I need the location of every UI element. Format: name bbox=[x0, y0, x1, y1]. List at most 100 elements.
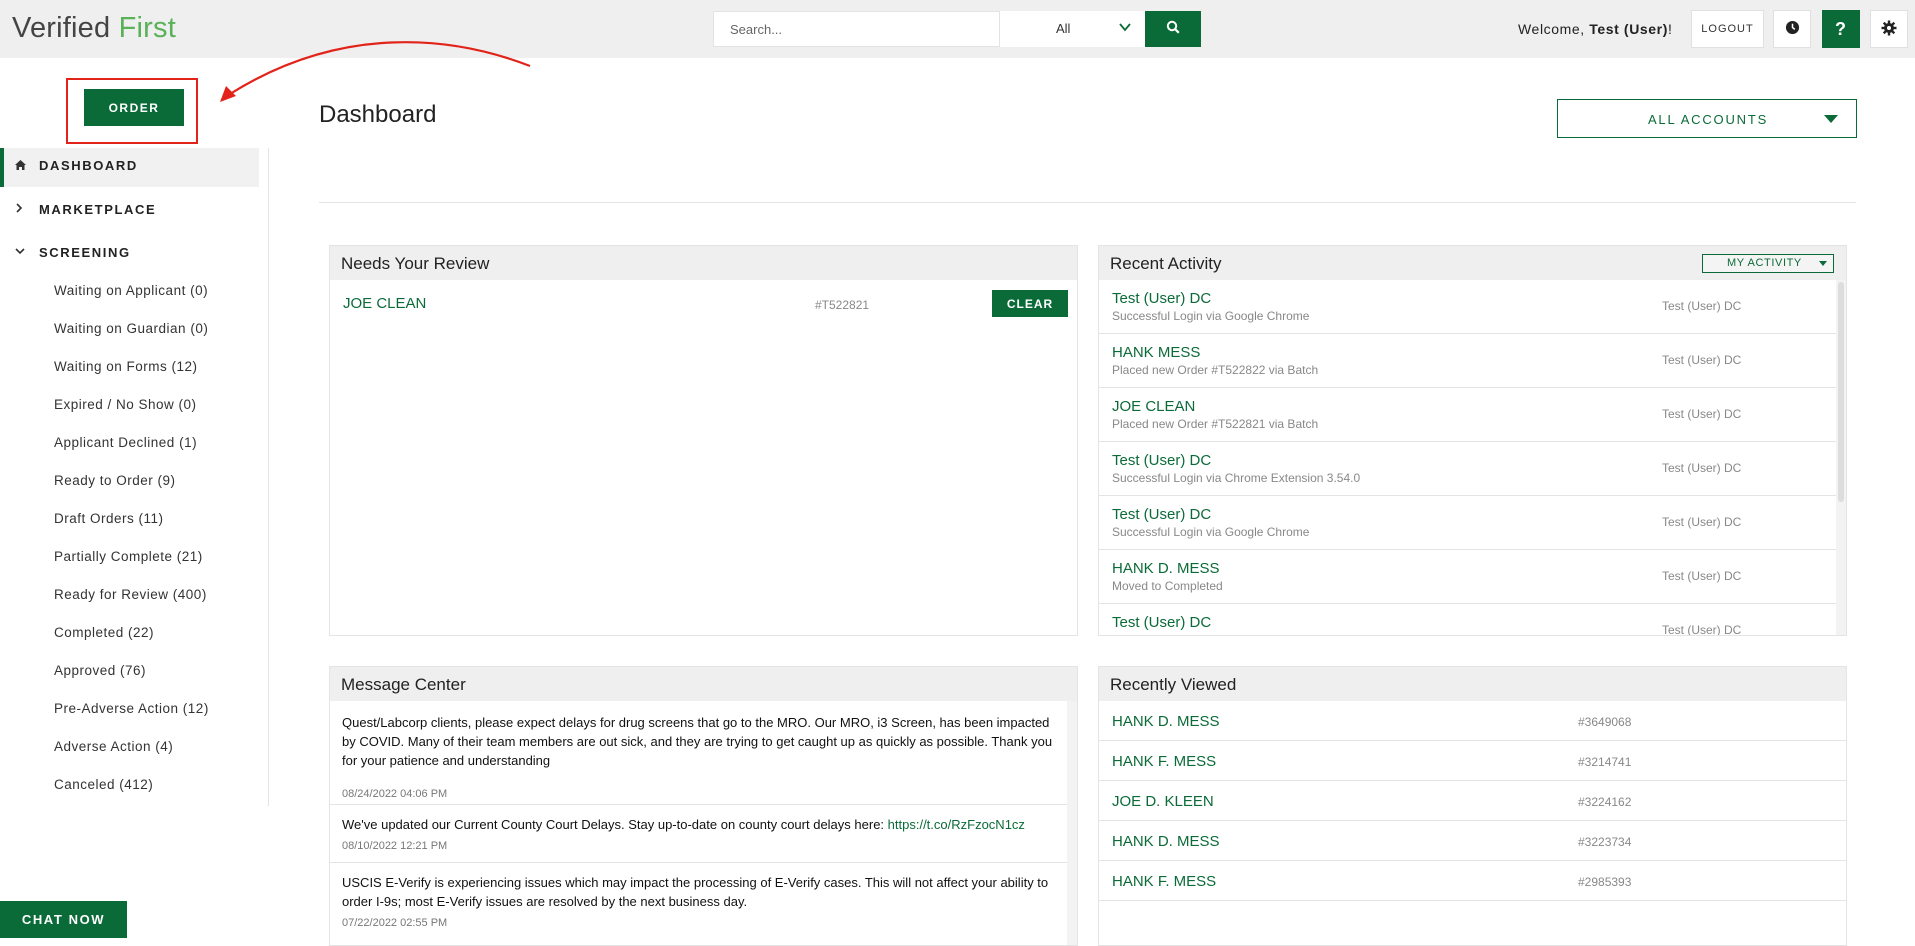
accounts-dropdown[interactable]: ALL ACCOUNTS bbox=[1557, 99, 1857, 138]
review-item-id: #T522821 bbox=[815, 298, 870, 312]
sidebar-subitem[interactable]: Pre-Adverse Action (12) bbox=[54, 701, 209, 716]
home-icon bbox=[14, 159, 27, 174]
activity-row[interactable]: Test (User) DC Successful Login via Chro… bbox=[1099, 442, 1836, 496]
sidebar-subitem[interactable]: Waiting on Guardian (0) bbox=[54, 321, 208, 336]
recent-item-name: JOE D. KLEEN bbox=[1112, 793, 1214, 810]
search-filter-value: All bbox=[1056, 21, 1071, 36]
recently-viewed-title: Recently Viewed bbox=[1110, 675, 1237, 694]
activity-name: Test (User) DC bbox=[1112, 452, 1212, 469]
message-item: USCIS E-Verify is experiencing issues wh… bbox=[330, 863, 1067, 943]
activity-user: Test (User) DC bbox=[1662, 407, 1742, 421]
review-item-name[interactable]: JOE CLEAN bbox=[343, 295, 426, 312]
activity-row[interactable]: HANK D. MESS Moved to Completed Test (Us… bbox=[1099, 550, 1836, 604]
message-item: Quest/Labcorp clients, please expect del… bbox=[330, 701, 1067, 805]
history-button[interactable] bbox=[1773, 10, 1811, 48]
activity-name: Test (User) DC bbox=[1112, 290, 1212, 307]
message-item: We've updated our Current County Court D… bbox=[330, 805, 1067, 863]
help-icon: ? bbox=[1835, 18, 1847, 39]
gear-icon bbox=[1881, 20, 1897, 39]
activity-row[interactable]: JOE CLEAN Placed new Order #T522821 via … bbox=[1099, 388, 1836, 442]
recent-activity-header: Recent Activity MY ACTIVITY bbox=[1099, 246, 1846, 280]
activity-detail: Placed new Order #T522821 via Batch bbox=[1112, 417, 1319, 431]
caret-down-icon bbox=[1819, 261, 1827, 266]
message-text: We've updated our Current County Court D… bbox=[342, 817, 888, 832]
logout-button[interactable]: LOGOUT bbox=[1691, 10, 1764, 48]
sidebar-subitem[interactable]: Canceled (412) bbox=[54, 777, 153, 792]
sidebar-subitem[interactable]: Applicant Declined (1) bbox=[54, 435, 197, 450]
message-date: 08/24/2022 04:06 PM bbox=[342, 788, 448, 800]
recent-item-id: #3224162 bbox=[1578, 795, 1632, 809]
message-text-wrap: We've updated our Current County Court D… bbox=[342, 815, 1062, 834]
logo-text-verified: Verified bbox=[12, 12, 111, 44]
activity-scrollbar[interactable] bbox=[1836, 280, 1846, 635]
recently-viewed-panel: Recently Viewed HANK D. MESS #3649068 HA… bbox=[1098, 666, 1847, 946]
activity-row[interactable]: HANK MESS Placed new Order #T522822 via … bbox=[1099, 334, 1836, 388]
search-filter-select[interactable]: All bbox=[1000, 11, 1145, 47]
chevron-right-icon[interactable] bbox=[14, 202, 24, 217]
message-scrollbar[interactable] bbox=[1067, 701, 1077, 945]
sidebar-item-screening[interactable]: SCREENING bbox=[39, 245, 131, 260]
my-activity-dropdown[interactable]: MY ACTIVITY bbox=[1702, 254, 1834, 273]
help-button[interactable]: ? bbox=[1822, 10, 1860, 48]
recent-item-row[interactable]: JOE D. KLEEN #3224162 bbox=[1099, 781, 1846, 821]
activity-user: Test (User) DC bbox=[1662, 623, 1742, 636]
needs-review-header: Needs Your Review bbox=[330, 246, 1077, 280]
activity-name: Test (User) DC bbox=[1112, 506, 1212, 523]
message-center-header: Message Center bbox=[330, 667, 1077, 701]
sidebar-subitem[interactable]: Adverse Action (4) bbox=[54, 739, 173, 754]
clear-button[interactable]: CLEAR bbox=[992, 290, 1068, 317]
sidebar-subitem[interactable]: Approved (76) bbox=[54, 663, 146, 678]
message-date: 08/10/2022 12:21 PM bbox=[342, 840, 448, 852]
message-link[interactable]: https://t.co/RzFzocN1cz bbox=[888, 817, 1025, 832]
needs-review-title: Needs Your Review bbox=[341, 254, 490, 273]
sidebar-subitem[interactable]: Draft Orders (11) bbox=[54, 511, 164, 526]
activity-row[interactable]: Test (User) DC Successful Login via Goog… bbox=[1099, 280, 1836, 334]
activity-name: Test (User) DC bbox=[1112, 614, 1212, 631]
sidebar-subitem[interactable]: Ready to Order (9) bbox=[54, 473, 176, 488]
message-center-title: Message Center bbox=[341, 675, 466, 694]
sidebar-item-marketplace[interactable]: MARKETPLACE bbox=[39, 202, 156, 217]
recent-item-row[interactable]: HANK F. MESS #3214741 bbox=[1099, 741, 1846, 781]
welcome-prefix: Welcome, bbox=[1518, 21, 1585, 37]
logout-label: LOGOUT bbox=[1701, 23, 1754, 35]
settings-button[interactable] bbox=[1870, 10, 1908, 48]
recent-item-id: #3649068 bbox=[1578, 715, 1632, 729]
activity-detail: Successful Login via Chrome Extension 3.… bbox=[1112, 471, 1361, 485]
recent-item-row[interactable]: HANK F. MESS #2985393 bbox=[1099, 861, 1846, 901]
activity-row[interactable]: Test (User) DC Test (User) DC bbox=[1099, 604, 1836, 636]
sidebar-subitem[interactable]: Expired / No Show (0) bbox=[54, 397, 197, 412]
welcome-message: Welcome, Test (User)! bbox=[1518, 21, 1673, 37]
recent-item-row[interactable]: HANK D. MESS #3649068 bbox=[1099, 701, 1846, 741]
scrollbar-thumb[interactable] bbox=[1838, 282, 1844, 502]
sidebar-subitem[interactable]: Completed (22) bbox=[54, 625, 154, 640]
logo[interactable]: Verified First bbox=[12, 12, 176, 45]
search-button[interactable] bbox=[1145, 11, 1201, 47]
annotation-arrow bbox=[220, 41, 531, 102]
chat-now-button[interactable]: CHAT NOW bbox=[0, 901, 127, 938]
accounts-dropdown-label: ALL ACCOUNTS bbox=[1647, 112, 1769, 127]
sidebar-subitem[interactable]: Waiting on Applicant (0) bbox=[54, 283, 208, 298]
search-input[interactable]: Search... bbox=[713, 11, 1000, 47]
sidebar-subitem[interactable]: Waiting on Forms (12) bbox=[54, 359, 198, 374]
order-button[interactable]: ORDER bbox=[84, 89, 184, 126]
chat-now-label: CHAT NOW bbox=[21, 912, 106, 927]
recent-item-row[interactable]: HANK D. MESS #3223734 bbox=[1099, 821, 1846, 861]
sidebar-subitem[interactable]: Ready for Review (400) bbox=[54, 587, 207, 602]
needs-review-panel: Needs Your Review JOE CLEAN #T522821 CLE… bbox=[329, 245, 1078, 636]
activity-user: Test (User) DC bbox=[1662, 299, 1742, 313]
caret-down-icon bbox=[1824, 115, 1838, 123]
recent-activity-title: Recent Activity bbox=[1110, 254, 1222, 273]
recent-item-id: #3214741 bbox=[1578, 755, 1632, 769]
message-text: Quest/Labcorp clients, please expect del… bbox=[342, 715, 1053, 768]
activity-user: Test (User) DC bbox=[1662, 515, 1742, 529]
welcome-user: Test (User) bbox=[1589, 21, 1668, 37]
activity-row[interactable]: Test (User) DC Successful Login via Goog… bbox=[1099, 496, 1836, 550]
order-label: ORDER bbox=[108, 100, 160, 115]
activity-name: HANK D. MESS bbox=[1112, 560, 1220, 577]
search-icon bbox=[1166, 20, 1180, 39]
sidebar-subitem[interactable]: Partially Complete (21) bbox=[54, 549, 203, 564]
message-center-panel: Message Center Quest/Labcorp clients, pl… bbox=[329, 666, 1078, 946]
recent-item-name: HANK D. MESS bbox=[1112, 713, 1220, 730]
chevron-down-icon[interactable] bbox=[14, 245, 26, 259]
page-title: Dashboard bbox=[319, 101, 437, 128]
